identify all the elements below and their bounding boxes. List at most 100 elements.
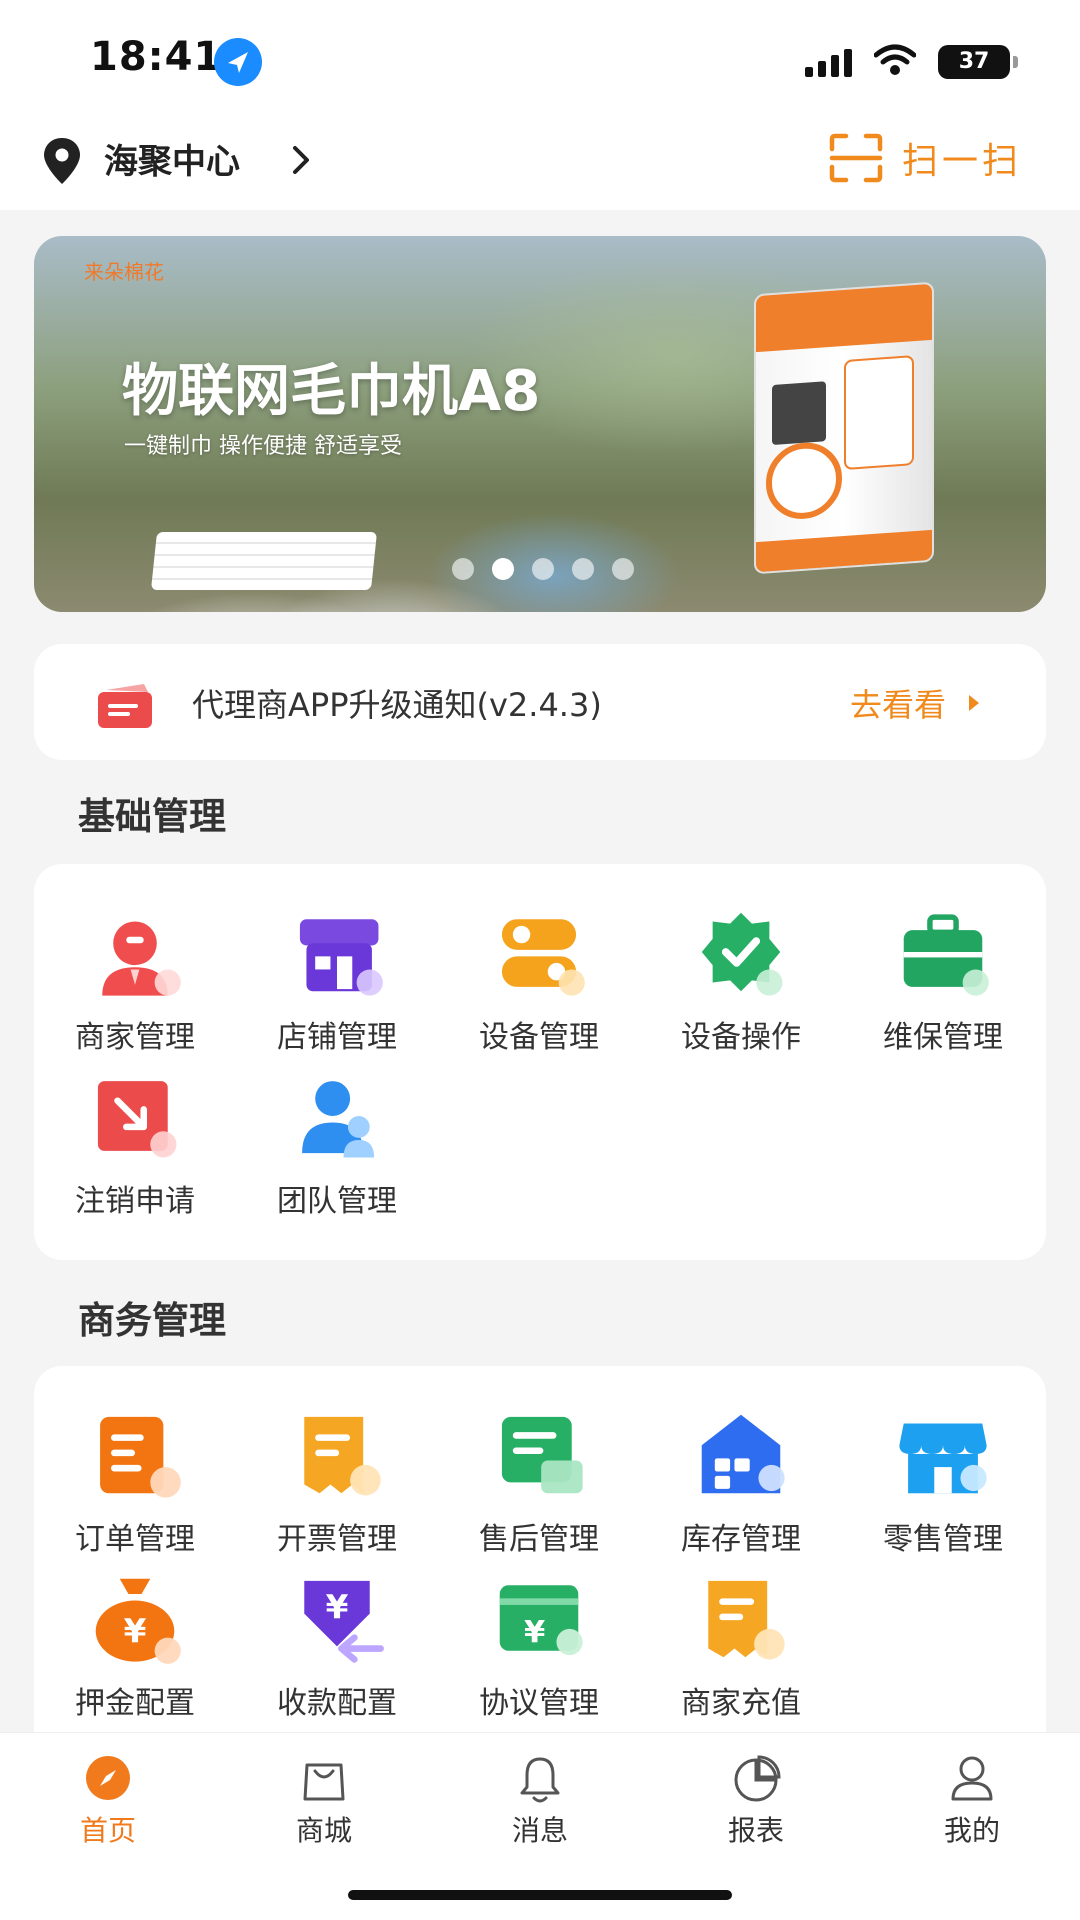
chevron-right-icon[interactable] [286,140,316,180]
status-indicators: 37 [805,42,1018,82]
device-toggle-icon [491,904,587,1000]
banner-title: 物联网毛巾机A8 [122,359,541,424]
carousel-dots [452,558,634,580]
grid-item-retail-shop[interactable]: 零售管理 [842,1406,1044,1558]
grid-item-recharge[interactable]: 商家充值 [640,1570,842,1722]
banner-brand: 来朵棉花 [84,260,164,284]
toolbox-icon [895,904,991,1000]
grid-item-label: 设备操作 [681,1020,801,1055]
section-title-basic: 基础管理 [78,795,226,838]
home-compass-icon [81,1751,135,1805]
money-bag-icon: ¥ [87,1570,183,1666]
towel-stack-image [150,532,378,590]
svg-text:¥: ¥ [124,1612,147,1650]
pie-chart-icon [729,1751,783,1805]
grid-item-label: 商家充值 [681,1686,801,1721]
grid-item-after-sales[interactable]: 售后管理 [438,1406,640,1558]
grid-item-order-doc[interactable]: 订单管理 [34,1406,236,1558]
nav-item-bell[interactable]: 消息 [432,1751,648,1849]
status-bar: 18:41 37 [0,0,1080,110]
location-selector[interactable]: 海聚中心 [104,134,240,183]
grid-item-label: 零售管理 [883,1522,1003,1557]
grid-item-merchant-user[interactable]: 商家管理 [34,904,236,1056]
grid-item-label: 库存管理 [681,1522,801,1557]
banner-subtitle: 一键制巾 操作便捷 舒适享受 [124,434,402,459]
grid-item-agreement-wallet[interactable]: ¥ 协议管理 [438,1570,640,1722]
merchant-user-icon [87,904,183,1000]
notice-bar[interactable]: 代理商APP升级通知(v2.4.3) 去看看 [34,644,1046,760]
grid-item-cancel-request[interactable]: 注销申请 [34,1068,236,1220]
nav-item-home-compass[interactable]: 首页 [0,1751,216,1849]
grid-item-label: 注销申请 [75,1184,195,1219]
grid-item-label: 店铺管理 [277,1020,397,1055]
grid-item-invoice[interactable]: 开票管理 [236,1406,438,1558]
grid-item-label: 团队管理 [277,1184,397,1219]
device-check-badge-icon [693,904,789,1000]
scan-button[interactable]: 扫一扫 [828,132,1022,184]
caret-right-icon[interactable] [964,688,984,718]
team-icon [289,1068,385,1164]
header: 海聚中心 扫一扫 [0,110,1080,210]
nav-item-label: 消息 [511,1814,568,1847]
section-title-business: 商务管理 [78,1299,226,1342]
grid-item-device-toggle[interactable]: 设备管理 [438,904,640,1056]
carousel-dot[interactable] [452,558,474,580]
notice-view-link[interactable]: 去看看 [850,680,946,726]
wifi-icon [873,44,917,80]
grid-item-label: 协议管理 [479,1686,599,1721]
store-icon [289,904,385,1000]
grid-item-payment-collect[interactable]: ¥ 收款配置 [236,1570,438,1722]
nav-item-shopping-bag[interactable]: 商城 [216,1751,432,1849]
grid-item-team[interactable]: 团队管理 [236,1068,438,1220]
agreement-wallet-icon: ¥ [491,1570,587,1666]
grid-item-label: 押金配置 [75,1686,195,1721]
notice-bag-icon [92,676,158,732]
location-pin-icon [40,136,84,186]
cancel-request-icon [87,1068,183,1164]
after-sales-icon [491,1406,587,1502]
grid-item-label: 订单管理 [75,1522,195,1557]
grid-item-money-bag[interactable]: ¥ 押金配置 [34,1570,236,1722]
grid-item-label: 设备管理 [479,1020,599,1055]
location-arrow-icon [214,38,262,86]
profile-icon [945,1751,999,1805]
status-time: 18:41 [90,34,223,80]
carousel-dot[interactable] [492,558,514,580]
nav-item-pie-chart[interactable]: 报表 [648,1751,864,1849]
payment-collect-icon: ¥ [289,1570,385,1666]
warehouse-icon [693,1406,789,1502]
svg-text:¥: ¥ [524,1615,545,1650]
grid-item-device-check-badge[interactable]: 设备操作 [640,904,842,1056]
grid-item-label: 售后管理 [479,1522,599,1557]
nav-item-label: 商城 [295,1814,352,1847]
promo-banner[interactable]: 来朵棉花 物联网毛巾机A8 一键制巾 操作便捷 舒适享受 [34,236,1046,612]
carousel-dot[interactable] [572,558,594,580]
grid-item-store[interactable]: 店铺管理 [236,904,438,1056]
retail-shop-icon [895,1406,991,1502]
shopping-bag-icon [297,1751,351,1805]
nav-item-label: 报表 [727,1814,784,1847]
grid-item-toolbox[interactable]: 维保管理 [842,904,1044,1056]
carousel-dot[interactable] [612,558,634,580]
battery-icon: 37 [938,45,1018,79]
grid-item-warehouse[interactable]: 库存管理 [640,1406,842,1558]
basic-management-card: 商家管理 店铺管理 设备管理 设备操作 维保管理注销申请 团队管理 [34,864,1046,1260]
nav-item-label: 我的 [943,1814,1000,1847]
order-doc-icon [87,1406,183,1502]
grid-item-label: 开票管理 [277,1522,397,1557]
carousel-dot[interactable] [532,558,554,580]
notice-text: 代理商APP升级通知(v2.4.3) [192,686,602,724]
bell-icon [513,1751,567,1805]
business-management-card: 订单管理 开票管理 售后管理 库存管理 零售管理 ¥ 押金配置 ¥ 收款配置 ¥ 协议管理 商家充值 [34,1366,1046,1766]
grid-item-label: 维保管理 [883,1020,1003,1055]
home-indicator [348,1890,732,1900]
cellular-signal-icon [805,47,852,77]
grid-item-label: 商家管理 [75,1020,195,1055]
scan-label: 扫一扫 [901,141,1022,182]
scan-icon [828,133,884,183]
svg-text:¥: ¥ [326,1588,349,1626]
nav-item-label: 首页 [79,1814,136,1847]
recharge-icon [693,1570,789,1666]
nav-item-profile[interactable]: 我的 [864,1751,1080,1849]
invoice-icon [289,1406,385,1502]
